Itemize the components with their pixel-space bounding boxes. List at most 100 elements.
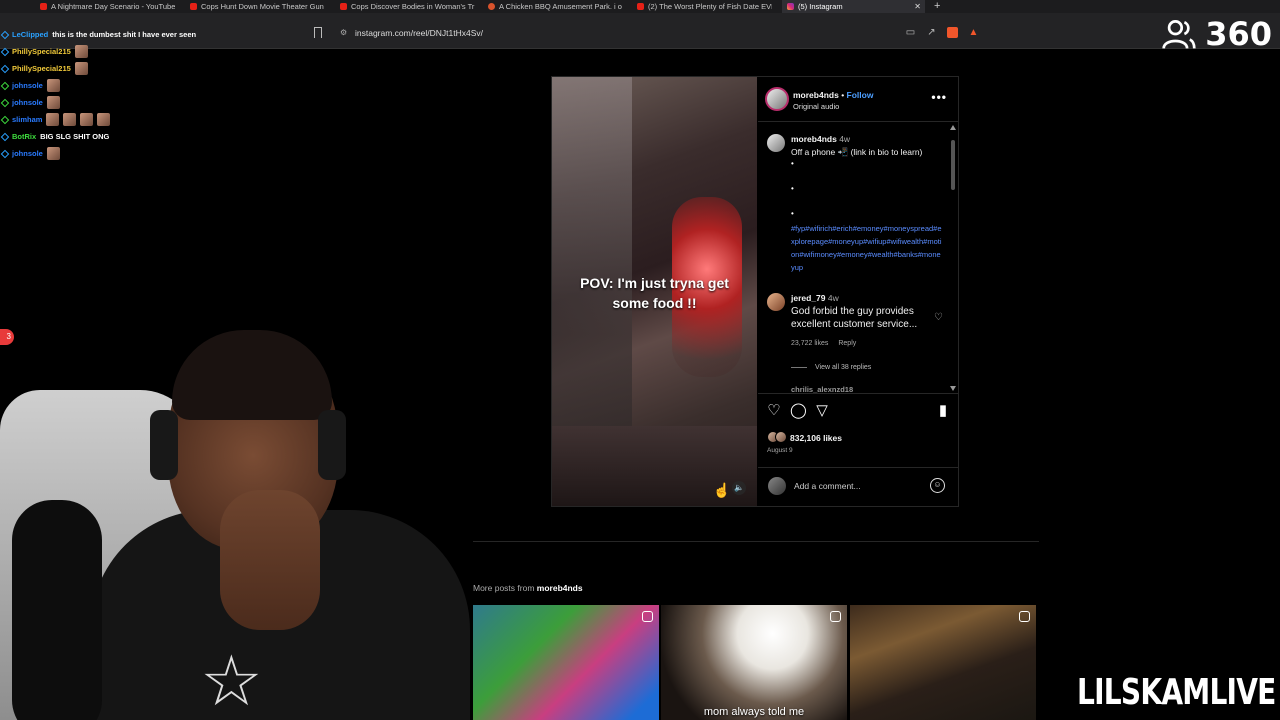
post-actions: ♡ ◯ ▽ ▮ 832,106 likes August 9 [758,393,959,463]
microphone [12,500,102,720]
streamer-brand: LILSKAMLIVE [1077,672,1276,713]
avatar[interactable] [765,87,789,111]
comments-scrollbar[interactable] [950,125,956,391]
audio-link[interactable]: Original audio [793,102,839,111]
caption-author: moreb4nds 4w [791,134,850,144]
site-icon [488,3,495,10]
video-caption: POV: I'm just tryna get some food !! [580,275,729,311]
avatar[interactable] [767,293,785,311]
share-icon[interactable]: ↗ [926,27,937,38]
brave-shield-icon[interactable] [947,27,958,38]
emoji-icon[interactable]: ☺ [930,478,945,493]
post-header: moreb4nds • Follow Original audio ••• [758,77,959,122]
chat-message: johnsole [0,145,262,162]
caption-time: 4w [839,134,851,144]
instagram-icon [787,3,794,10]
more-posts-label: More posts from [473,583,535,593]
more-post-thumb[interactable] [473,605,659,720]
tab-youtube-2[interactable]: Cops Hunt Down Movie Theater Gun [190,0,325,13]
avatar [775,431,787,443]
streamer-hand [220,490,320,630]
tab-chicken-bbq[interactable]: A Chicken BBQ Amusement Park. i o [488,0,623,13]
screen-cast-icon[interactable]: ▭ [905,27,916,38]
scroll-up-icon[interactable] [950,125,956,130]
more-post-thumb[interactable]: mom always told me [661,605,847,720]
username-link[interactable]: moreb4nds [793,90,839,100]
reel-video[interactable]: POV: I'm just tryna get some food !! ☝ 🔈 [552,77,757,506]
streamer-webcam: ☆ [0,320,470,720]
section-divider [473,541,1039,542]
scroll-down-icon[interactable] [950,386,956,391]
comment-author: jered_79 4w [791,293,839,303]
view-replies-button[interactable]: View all 38 replies [791,364,871,371]
share-icon[interactable]: ▽ [814,403,830,419]
youtube-icon [190,3,197,10]
comment-username[interactable]: chrilis_alexnzd18 [791,385,853,393]
mod-badge-icon [0,132,10,141]
bookmark-icon[interactable] [314,27,322,38]
comments-panel: moreb4nds 4w Off a phone 📲 (link in bio … [758,123,959,393]
site-settings-icon[interactable]: ⚙ [340,28,347,37]
address-bar[interactable]: instagram.com/reel/DNJt1tHx4Sv/ [355,28,483,38]
scroll-thumb[interactable] [951,140,955,190]
caption-bullet: • [791,209,794,218]
comment-likes[interactable]: 23,722 likes [791,340,828,347]
likes-count[interactable]: 832,106 likes [790,433,842,443]
tab-youtube-3[interactable]: Cops Discover Bodies in Woman's Tr [340,0,475,13]
more-options-icon[interactable]: ••• [931,90,947,104]
more-post-thumb[interactable] [850,605,1036,720]
viewer-count: 360 [1205,15,1272,53]
tab-youtube-1[interactable]: A Nightmare Day Scenario - YouTube [40,0,175,13]
avatar[interactable] [767,134,785,152]
avatar [768,477,786,495]
comment-time: 4w [827,293,839,303]
like-comment-icon[interactable]: ♡ [934,312,943,323]
chat-message: johnsole [0,94,262,111]
emote-icon [63,113,77,126]
more-posts-heading: More posts from moreb4nds [473,583,583,593]
comment-meta: 23,722 likes Reply [791,340,856,347]
post-date: August 9 [767,447,793,454]
users-icon [1162,20,1196,49]
viewer-count-overlay: 360 [1161,14,1272,54]
like-icon[interactable]: ♡ [766,403,782,419]
mute-icon[interactable]: 🔈 [732,481,746,495]
mod-badge-icon [0,47,10,56]
caption-username[interactable]: moreb4nds [791,134,837,144]
youtube-icon [40,3,47,10]
tab-instagram[interactable]: (5) Instagram ✕ [782,0,925,13]
caption-bullet: • [791,184,794,193]
comment-icon[interactable]: ◯ [790,403,807,419]
reel-icon [1019,611,1030,622]
save-icon[interactable]: ▮ [935,403,951,419]
thumb-caption: mom always told me [703,706,805,718]
add-comment-bar: Add a comment... ☺ [758,467,959,506]
comment-username[interactable]: jered_79 [791,293,826,303]
cursor-hand-icon: ☝ [713,482,731,498]
emote-icon [46,96,60,109]
reel-icon [642,611,653,622]
emote-icon [80,113,94,126]
youtube-icon [637,3,644,10]
browser-tab-bar: A Nightmare Day Scenario - YouTube Cops … [0,0,1280,13]
tab-youtube-4[interactable]: (2) The Worst Plenty of Fish Date EVE [637,0,772,13]
star-icon: ☆ [200,642,263,720]
follow-button[interactable]: Follow [847,90,874,100]
comment-text: God forbid the guy provides excellent cu… [791,306,918,330]
comment-input[interactable]: Add a comment... [794,481,861,491]
caption-hashtags[interactable]: #fyp#wifirich#erich#emoney#moneyspread#e… [791,222,943,274]
emote-icon [74,62,88,75]
sub-badge-icon [0,115,10,124]
new-tab-button[interactable]: + [934,0,940,13]
chat-message: LeClipped this is the dumbest shit I have… [0,26,262,43]
brave-rewards-icon[interactable]: ▲ [968,27,979,38]
more-posts-user[interactable]: moreb4nds [537,583,583,593]
instagram-post: POV: I'm just tryna get some food !! ☝ 🔈… [551,76,959,507]
streamer-hair [172,330,332,420]
youtube-icon [340,3,347,10]
headset-icon [318,410,346,480]
reply-button[interactable]: Reply [838,340,856,347]
chat-message: johnsole [0,77,262,94]
emote-icon [97,113,111,126]
close-tab-icon[interactable]: ✕ [914,2,921,11]
